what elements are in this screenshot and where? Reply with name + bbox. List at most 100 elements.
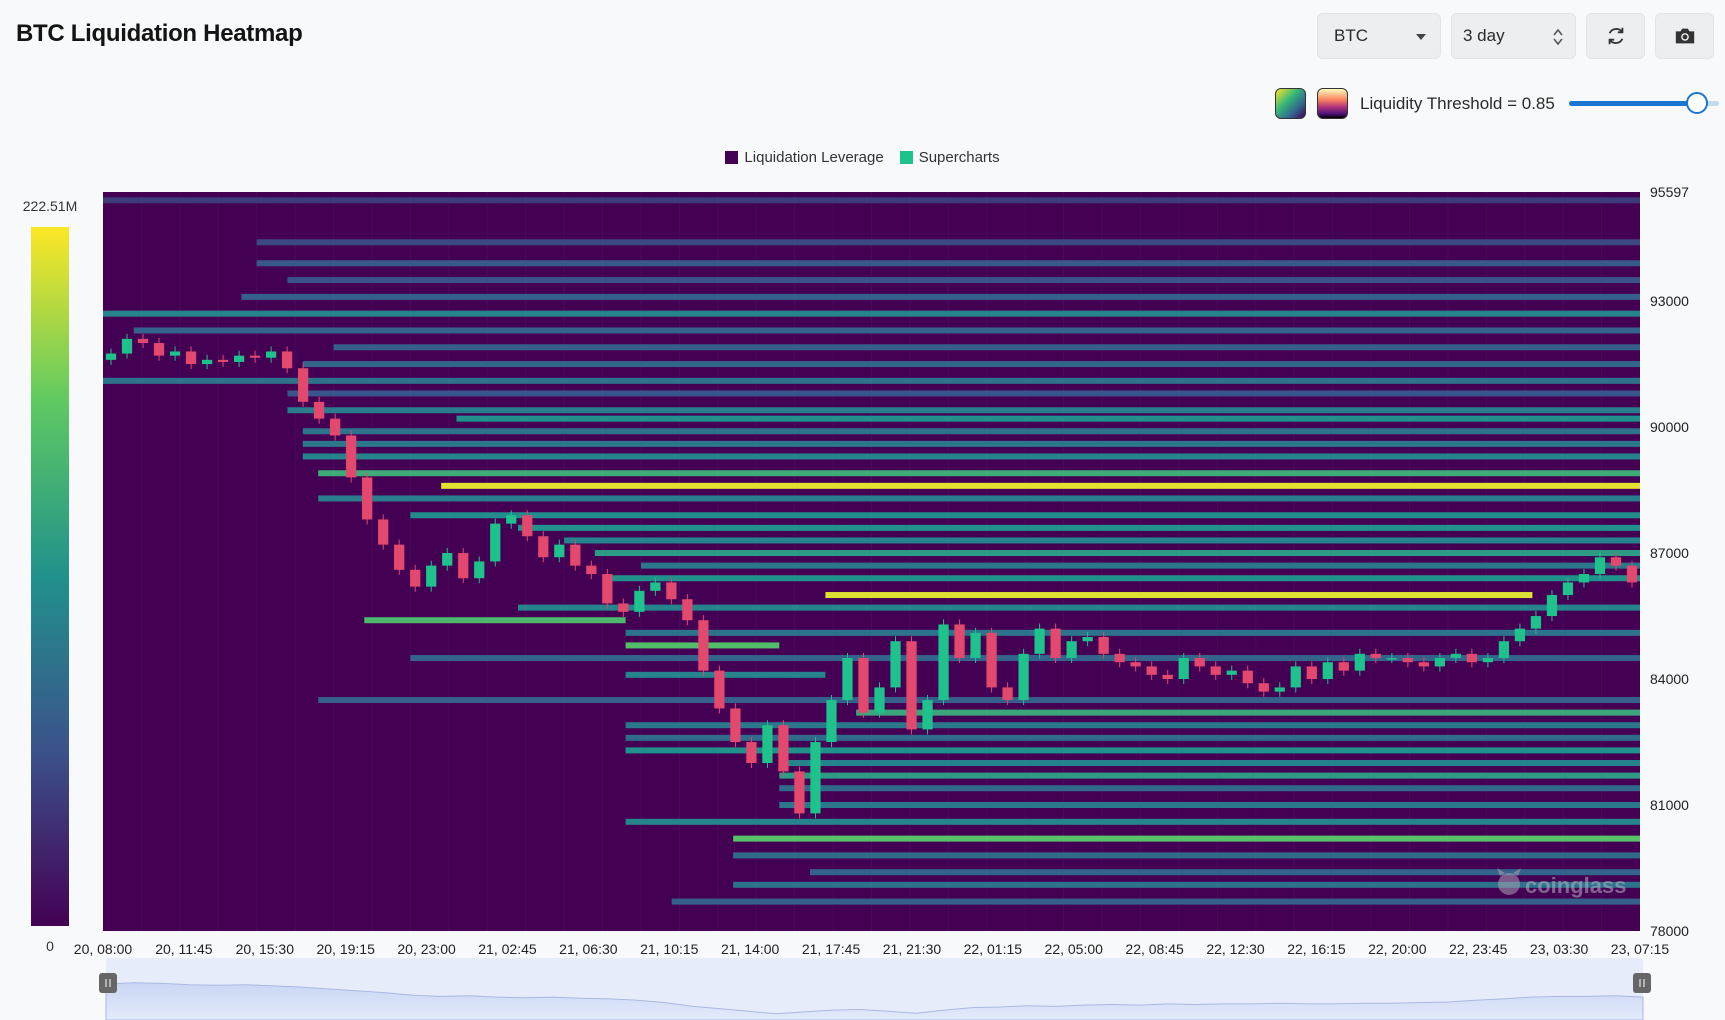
candle-body [506,515,517,524]
candle-body [714,670,725,709]
x-tick-label: 21, 14:00 [721,941,780,957]
candle-body [265,351,277,358]
x-tick-label: 23, 07:15 [1611,941,1670,957]
x-tick-label: 22, 20:00 [1368,941,1427,957]
candle-body [1610,557,1622,566]
liquidation-band [733,852,1640,859]
x-tick-label: 22, 12:30 [1206,941,1265,957]
liquidation-band [564,537,1640,544]
liquidation-band [779,772,1640,779]
candle-body [1146,666,1157,675]
liquidation-band [671,898,1640,905]
liquidation-band [103,310,1640,317]
liquidation-band [779,785,1640,792]
candle-body [458,553,469,579]
candle-body [1338,662,1349,671]
navigator-right-handle[interactable] [1633,973,1651,993]
candle-body [682,599,693,621]
liquidation-band [256,260,1641,267]
liquidation-band [625,818,1640,825]
candle-body [778,725,789,772]
candle-body [906,641,917,730]
candle-body [1114,653,1125,663]
candle-body [554,544,565,558]
candle-body [1178,658,1189,680]
y-tick-label: 95597 [1650,184,1689,200]
liquidation-band [287,390,1641,397]
liquidation-band [856,709,1640,716]
x-tick-label: 21, 10:15 [640,941,699,957]
liquidation-band [364,617,626,624]
liquidation-band [410,512,1640,519]
watermark-text: coinglass [1525,873,1626,898]
candle-body [105,353,117,360]
candle-body [298,368,309,402]
liquidation-band [640,562,1640,569]
candle-body [1402,658,1413,663]
x-tick-label: 20, 23:00 [397,941,456,957]
candle-body [810,742,821,814]
candle-body [217,359,229,362]
candle-body [1626,565,1638,583]
candle-body [1498,641,1510,659]
candle-body [1530,616,1542,629]
y-tick-label: 93000 [1650,293,1689,309]
x-tick-label: 22, 05:00 [1045,941,1104,957]
candle-body [986,632,997,688]
colorbar-min-label: 0 [46,938,54,954]
liquidation-band [333,344,1640,351]
x-axis: 20, 08:00 20, 11:45 20, 15:30 20, 19:15 20, … [74,941,1670,957]
candle-body [842,658,853,701]
colorbar [31,227,69,926]
candle-body [121,338,133,354]
y-tick-label: 81000 [1650,797,1689,813]
liquidation-band [594,550,1640,557]
x-tick-label: 23, 03:30 [1530,941,1589,957]
candle-body [281,351,293,369]
liquidation-band [241,293,1641,300]
liquidation-band [103,377,1640,384]
liquidation-band [256,239,1641,246]
candle-body [1162,674,1173,680]
candle-body [169,351,181,356]
liquidation-band [625,671,826,678]
candle-body [570,544,581,566]
liquidation-band [302,361,1640,368]
candle-body [1466,653,1478,663]
liquidation-band [517,524,1640,531]
candle-body [426,565,437,587]
candle-body [634,590,645,612]
candle-body [410,569,421,587]
candle-body [826,700,837,743]
x-tick-label: 21, 06:30 [559,941,618,957]
candle-body [522,515,533,537]
candle-body [1018,653,1029,701]
liquidation-band [133,327,1641,334]
x-tick-label: 22, 01:15 [964,941,1023,957]
candle-body [970,632,981,659]
liquidation-band [733,835,1640,842]
liquidation-band [318,470,1641,477]
range-navigator[interactable] [99,958,1651,1020]
liquidation-band [456,415,1640,422]
liquidation-band [302,440,1640,447]
y-tick-label: 78000 [1650,923,1689,939]
candle-body [1434,658,1445,667]
liquidation-band [318,495,1641,502]
navigator-left-handle[interactable] [99,973,117,993]
y-tick-label: 90000 [1650,419,1689,435]
candle-body [137,338,149,344]
candle-body [922,700,933,730]
liquidation-band [625,734,1640,741]
liquidation-band [625,747,1640,754]
liquidation-band [625,629,1640,636]
candle-body [1274,687,1285,692]
candle-body [938,624,949,701]
y-tick-label: 87000 [1650,545,1689,561]
candle-body [1082,637,1093,642]
candle-body [346,435,357,478]
candle-body [666,582,677,600]
candle-body [602,574,613,604]
candle-body [330,418,341,436]
colorbar-max-label: 222.51M [23,198,77,214]
